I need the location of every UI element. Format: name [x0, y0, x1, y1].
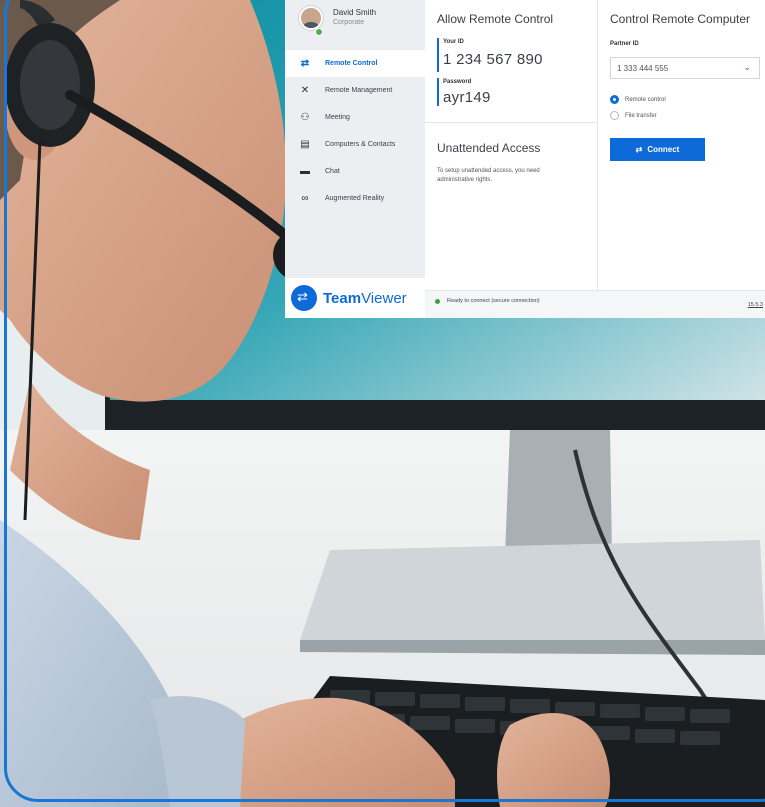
status-bar: Ready to connect (secure connection) 15.…: [425, 290, 765, 318]
user-profile[interactable]: David Smith Corporate: [299, 6, 376, 30]
sidebar-item-augmented-reality[interactable]: ∞ Augmented Reality: [285, 185, 425, 212]
your-id-value: 1 234 567 890: [443, 51, 543, 68]
control-remote-title: Control Remote Computer: [610, 12, 751, 26]
logo-brand-bold: Team: [323, 289, 362, 307]
teamviewer-window: David Smith Corporate ⇄ Remote Control ✕…: [285, 0, 765, 318]
control-remote-computer-panel: Control Remote Computer Partner ID 1 333…: [598, 0, 765, 290]
profile-name: David Smith: [333, 8, 377, 17]
sidebar: David Smith Corporate ⇄ Remote Control ✕…: [285, 0, 425, 318]
sidebar-item-meeting[interactable]: ⚇ Meeting: [285, 104, 425, 131]
chat-icon: ▬: [300, 166, 310, 177]
radio-remote-control[interactable]: Remote control: [610, 95, 666, 104]
password-value[interactable]: ayr149: [443, 89, 491, 106]
sidebar-item-computers-contacts[interactable]: ▤ Computers & Contacts: [285, 131, 425, 158]
people-icon: ⚇: [300, 112, 310, 123]
connect-label: Connect: [647, 145, 680, 154]
partner-id-label: Partner ID: [610, 41, 639, 47]
arrows-icon: ⇄: [635, 145, 643, 154]
sidebar-item-label: Chat: [325, 168, 340, 175]
sidebar-item-label: Remote Control: [325, 60, 378, 67]
radio-file-transfer[interactable]: File transfer: [610, 111, 657, 120]
teamviewer-logo: TeamViewer: [285, 278, 425, 318]
sidebar-item-label: Computers & Contacts: [325, 141, 396, 148]
unattended-title: Unattended Access: [437, 141, 541, 155]
teamviewer-logo-icon: [291, 285, 317, 311]
password-label: Password: [443, 79, 472, 85]
sidebar-item-chat[interactable]: ▬ Chat: [285, 158, 425, 185]
chevron-down-icon[interactable]: ⌄: [743, 62, 751, 73]
ar-glasses-icon: ∞: [301, 193, 309, 204]
radio-unselected-icon: [610, 111, 619, 120]
radio-label: Remote control: [625, 96, 666, 103]
radio-label: File transfer: [625, 112, 657, 119]
unattended-note: To setup unattended access, you need adm…: [437, 168, 540, 183]
online-status-icon: [315, 28, 323, 36]
sidebar-item-label: Augmented Reality: [325, 195, 385, 202]
version-link[interactable]: 15.5.3: [748, 302, 763, 308]
contacts-icon: ▤: [300, 139, 310, 150]
sidebar-item-label: Remote Management: [325, 87, 393, 94]
avatar: [299, 6, 323, 30]
sidebar-nav: ⇄ Remote Control ✕ Remote Management ⚇ M…: [285, 50, 425, 212]
connect-button[interactable]: ⇄ Connect: [610, 138, 705, 161]
allow-remote-control-panel: Allow Remote Control Your ID 1 234 567 8…: [425, 0, 598, 290]
profile-subtitle: Corporate: [333, 19, 365, 26]
radio-selected-icon: [610, 95, 619, 104]
arrows-icon: ⇄: [300, 58, 310, 69]
sidebar-item-remote-management[interactable]: ✕ Remote Management: [285, 77, 425, 104]
photo-frame: David Smith Corporate ⇄ Remote Control ✕…: [0, 0, 765, 807]
sidebar-item-remote-control[interactable]: ⇄ Remote Control: [285, 50, 425, 77]
partner-id-value: 1 333 444 555: [617, 63, 669, 73]
status-dot-icon: [435, 299, 440, 304]
sidebar-item-label: Meeting: [325, 114, 350, 121]
status-text: Ready to connect (secure connection): [447, 298, 540, 304]
allow-remote-title: Allow Remote Control: [437, 12, 554, 26]
partner-id-field[interactable]: 1 333 444 555 ⌄: [610, 57, 760, 79]
logo-brand-rest: Viewer: [361, 289, 407, 307]
your-id-label: Your ID: [443, 39, 464, 45]
expand-icon: ✕: [300, 85, 310, 96]
